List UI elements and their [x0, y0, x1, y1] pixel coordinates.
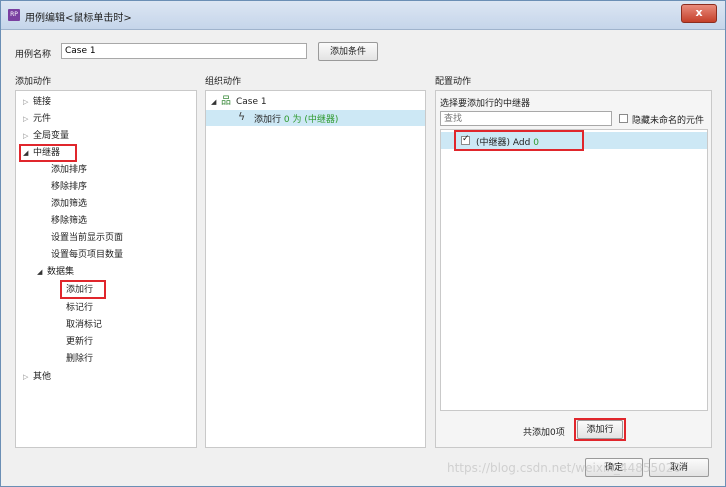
repeater-highlight-box — [19, 144, 77, 162]
case-name-input[interactable] — [61, 43, 307, 59]
tree-item-link[interactable]: ▷ 链接 — [23, 95, 51, 109]
action-target: 0 为 (中继器) — [283, 115, 339, 125]
tree-item-label: 元件 — [33, 114, 52, 124]
tree-item-add-sort[interactable]: 添加排序 — [51, 163, 87, 177]
expanded-arrow-icon: ◢ — [37, 268, 43, 276]
tree-item-label: 数据集 — [47, 267, 75, 277]
tree-item-update-row[interactable]: 更新行 — [66, 335, 93, 349]
title-bar: RP 用例编辑<鼠标单击时> x — [1, 1, 725, 30]
collapsed-arrow-icon: ▷ — [23, 98, 29, 106]
search-input[interactable] — [440, 111, 612, 126]
tree-item-widget[interactable]: ▷ 元件 — [23, 112, 51, 126]
expanded-arrow-icon: ◢ — [211, 98, 217, 106]
added-count-text: 共添加0项 — [523, 428, 565, 438]
tree-item-remove-filter[interactable]: 移除筛选 — [51, 214, 87, 228]
axure-app-icon: RP — [8, 9, 20, 21]
tree-item-global-var[interactable]: ▷ 全局变量 — [23, 129, 69, 143]
tree-item-mark-row[interactable]: 标记行 — [66, 301, 93, 315]
case-icon: 品 — [221, 96, 231, 107]
tree-item-label: 其他 — [33, 372, 52, 382]
tree-item-label: 全局变量 — [33, 131, 70, 141]
add-row-button-highlight-box — [574, 418, 626, 441]
action-label: 添加行 0 为 (中继器) — [254, 112, 338, 125]
hide-unnamed-label: 隐藏未命名的元件 — [632, 116, 705, 126]
tree-item-add-filter[interactable]: 添加筛选 — [51, 197, 87, 211]
add-condition-button[interactable]: 添加条件 — [318, 42, 378, 61]
collapsed-arrow-icon: ▷ — [23, 373, 29, 381]
repeater-item-highlight-box — [454, 130, 584, 151]
dialog-window: RP 用例编辑<鼠标单击时> x 用例名称 添加条件 添加动作 组织动作 配置动… — [0, 0, 726, 487]
collapsed-arrow-icon: ▷ — [23, 132, 29, 140]
tree-item-dataset[interactable]: ◢ 数据集 — [37, 265, 74, 279]
window-title: 用例编辑<鼠标单击时> — [25, 13, 132, 24]
add-row-highlight-box — [60, 280, 106, 299]
organize-action-header: 组织动作 — [205, 77, 242, 87]
add-action-header: 添加动作 — [15, 77, 52, 87]
config-action-header: 配置动作 — [435, 77, 472, 87]
case-node[interactable]: ◢ 品 Case 1 — [211, 95, 267, 109]
action-name: 添加行 — [254, 115, 282, 125]
choose-repeater-label: 选择要添加行的中继器 — [440, 99, 531, 109]
watermark-text: https://blog.csdn.net/weixin_44855020 — [447, 461, 682, 475]
tree-item-label: 链接 — [33, 97, 52, 107]
close-button[interactable]: x — [681, 4, 717, 23]
tree-item-unmark[interactable]: 取消标记 — [66, 318, 102, 332]
tree-item-remove-sort[interactable]: 移除排序 — [51, 180, 87, 194]
add-action-tree: ▷ 链接 ▷ 元件 ▷ 全局变量 ◢ 中继器 添加排序 移除排序 添加筛选 移除筛选 设… — [15, 90, 197, 448]
case-node-label: Case 1 — [236, 97, 267, 107]
selected-action-row[interactable]: ϟ 添加行 0 为 (中继器) — [206, 110, 425, 126]
tree-item-set-items-per-page[interactable]: 设置每页项目数量 — [51, 248, 123, 262]
collapsed-arrow-icon: ▷ — [23, 115, 29, 123]
lightning-icon: ϟ — [238, 110, 246, 123]
repeater-list: (中继器) Add 0 — [440, 129, 708, 411]
tree-item-delete-row[interactable]: 删除行 — [66, 352, 93, 366]
tree-item-set-page[interactable]: 设置当前显示页面 — [51, 231, 123, 245]
organize-action-tree: ◢ 品 Case 1 ϟ 添加行 0 为 (中继器) — [205, 90, 426, 448]
case-name-label: 用例名称 — [15, 50, 52, 60]
hide-unnamed-checkbox[interactable] — [619, 114, 628, 123]
tree-item-other[interactable]: ▷ 其他 — [23, 370, 51, 384]
config-action-panel: 选择要添加行的中继器 隐藏未命名的元件 (中继器) Add 0 — [435, 90, 712, 448]
